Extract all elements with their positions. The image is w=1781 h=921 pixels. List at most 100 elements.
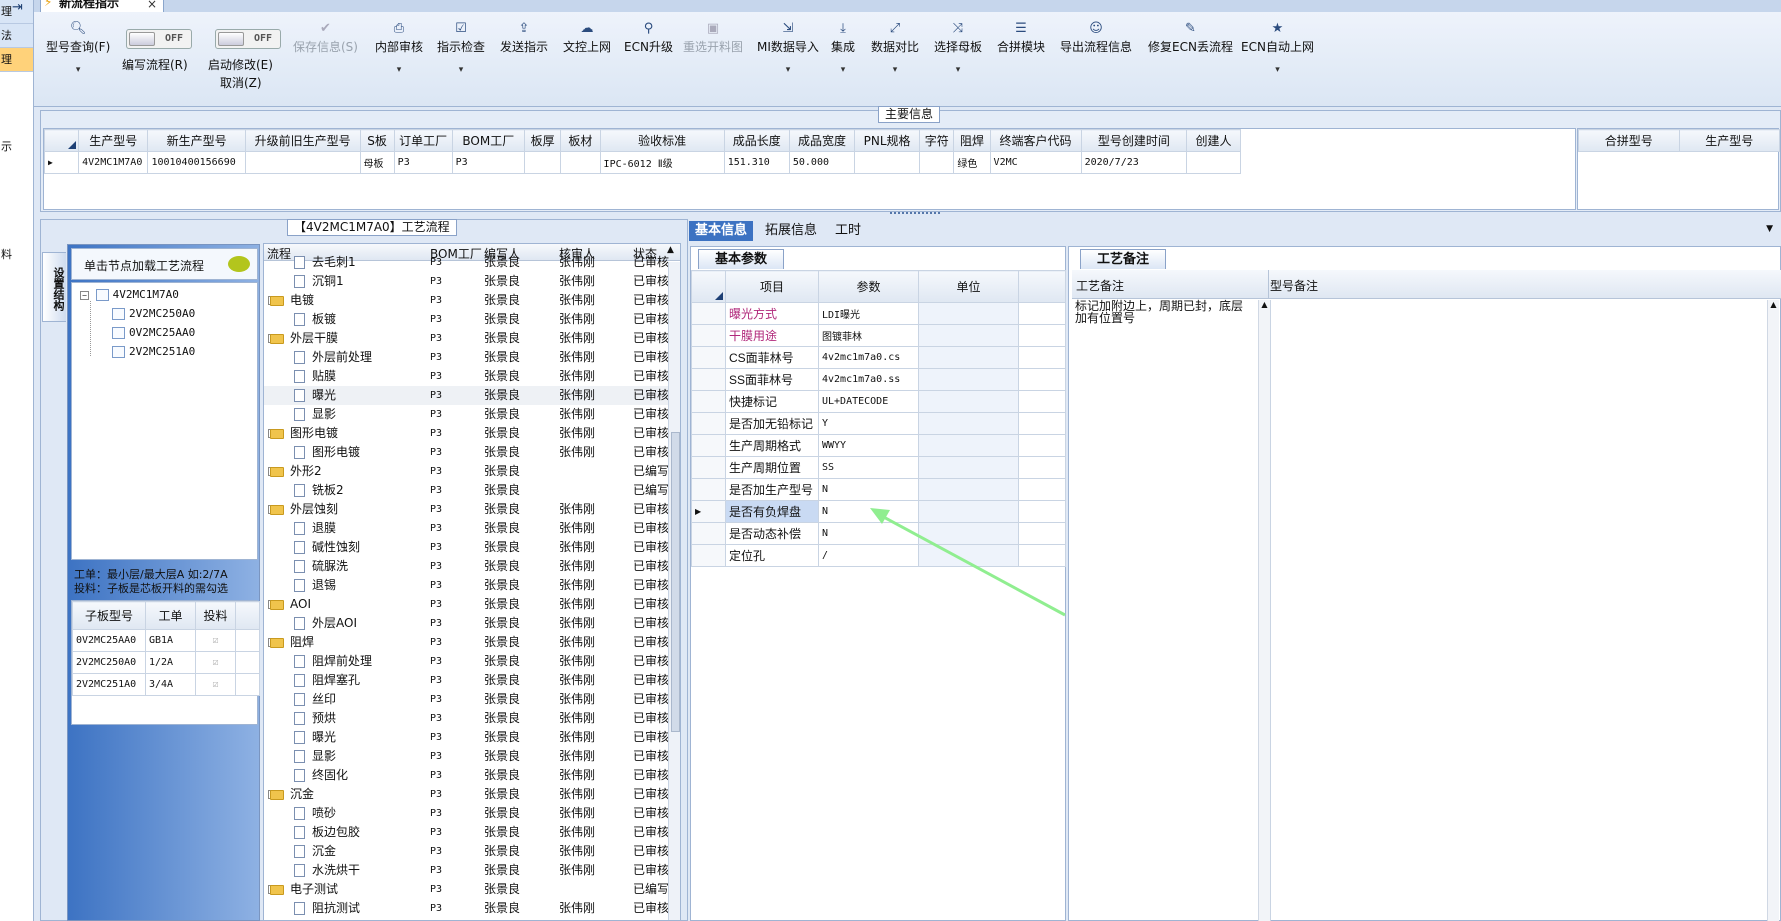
param-row[interactable]: 曝光方式 LDI曝光 <box>691 302 1066 325</box>
param-name[interactable]: 是否动态补偿 <box>725 522 819 545</box>
subboard-header[interactable]: 子板型号 <box>72 601 146 630</box>
param-value[interactable]: UL+DATECODE <box>818 390 919 413</box>
main-col-header[interactable]: 板厚 <box>524 129 562 152</box>
chevron-down-icon[interactable]: ▾ <box>757 65 819 75</box>
main-cell[interactable]: IPC-6012 Ⅱ级 <box>599 151 725 174</box>
param-row[interactable]: 是否加无铅标记 Y <box>691 412 1066 435</box>
param-name[interactable]: 干膜用途 <box>725 324 819 347</box>
internal-review-button[interactable]: ⎙ 内部审核 ▾ <box>375 20 423 75</box>
param-value[interactable]: 4v2mc1m7a0.cs <box>818 346 919 369</box>
instruction-check-button[interactable]: ☑ 指示检查 ▾ <box>437 20 485 75</box>
structure-vertical-tab[interactable]: 设置结构 <box>42 252 66 322</box>
param-value[interactable]: 图镀菲林 <box>818 324 919 347</box>
main-col-header[interactable]: 字符 <box>919 129 955 152</box>
process-row[interactable]: 退膜 P3 张景良 张伟刚 已审核 <box>264 519 680 538</box>
param-name[interactable]: 生产周期位置 <box>725 456 819 479</box>
main-col-header[interactable]: PNL规格 <box>854 129 921 152</box>
process-row[interactable]: 显影 P3 张景良 张伟刚 已审核 <box>264 747 680 766</box>
param-unit[interactable] <box>918 346 1019 369</box>
select-master-button[interactable]: ⤨ 选择母板 ▾ <box>934 20 982 75</box>
process-row[interactable]: −阻焊P3张景良张伟刚已审核 <box>264 633 680 652</box>
scrollbar[interactable] <box>668 262 680 920</box>
process-row[interactable]: 板镀 P3 张景良 张伟刚 已审核 <box>264 310 680 329</box>
col-unit[interactable]: 单位 <box>918 270 1019 303</box>
row-indicator[interactable]: ▶ <box>43 151 80 174</box>
nav-item-3[interactable]: 理 <box>0 48 33 72</box>
tab-new-flow[interactable]: ⚡ 新流程指示 × <box>40 0 164 12</box>
nav-item-2[interactable]: 法 <box>0 24 33 48</box>
process-row[interactable]: 沉铜1 P3 张景良 张伟刚 已审核 <box>264 272 680 291</box>
main-col-header[interactable]: 订单工厂 <box>393 129 453 152</box>
row-indicator[interactable] <box>691 390 726 413</box>
main-cell[interactable]: P3 <box>451 151 526 174</box>
process-row[interactable]: 沉金 P3 张景良 张伟刚 已审核 <box>264 842 680 861</box>
process-row[interactable]: 板边包胶 P3 张景良 张伟刚 已审核 <box>264 823 680 842</box>
row-indicator[interactable] <box>691 434 726 457</box>
ecn-upgrade-button[interactable]: ⚲ ECN升级 <box>624 20 673 55</box>
main-cell[interactable]: 50.000 <box>788 151 856 174</box>
param-value[interactable]: 4v2mc1m7a0.ss <box>818 368 919 391</box>
merge-module-button[interactable]: ☰ 合拼模块 <box>997 20 1045 55</box>
main-cell[interactable]: 绿色 <box>953 151 991 174</box>
main-cell[interactable] <box>524 151 562 174</box>
process-row[interactable]: −外层蚀刻P3张景良张伟刚已审核 <box>264 500 680 519</box>
edit-toggle[interactable]: OFF <box>215 29 281 49</box>
param-row[interactable]: 干膜用途 图镀菲林 <box>691 324 1066 347</box>
col-param[interactable]: 参数 <box>818 270 919 303</box>
main-col-header[interactable]: 新生产型号 <box>147 129 246 152</box>
subboard-cell[interactable]: 2V2MC250A0 <box>72 651 146 674</box>
main-cell[interactable]: 4V2MC1M7A0 <box>78 151 149 174</box>
main-cell[interactable]: 10010400156690 <box>147 151 246 174</box>
close-icon[interactable]: × <box>147 0 157 12</box>
process-row[interactable]: 退锡 P3 张景良 张伟刚 已审核 <box>264 576 680 595</box>
tab-hours[interactable]: 工时 <box>829 221 867 241</box>
row-indicator[interactable] <box>691 456 726 479</box>
workorder-cell[interactable]: GB1A <box>145 629 196 652</box>
workorder-cell[interactable]: 1/2A <box>145 651 196 674</box>
subboard-cell[interactable]: 0V2MC25AA0 <box>72 629 146 652</box>
chevron-down-icon[interactable]: ▾ <box>437 65 485 75</box>
process-row[interactable]: 贴膜 P3 张景良 张伟刚 已审核 <box>264 367 680 386</box>
main-col-header[interactable]: 升级前旧生产型号 <box>244 129 361 152</box>
collapse-icon[interactable]: − <box>80 290 89 300</box>
row-indicator[interactable] <box>691 368 726 391</box>
tab-basic-info[interactable]: 基本信息 <box>689 221 754 241</box>
process-row[interactable]: 阻抗测试 P3 张景良 张伟刚 已审核 <box>264 899 680 918</box>
process-row[interactable]: −电子测试P3张景良已编写 <box>264 880 680 899</box>
process-row[interactable]: 外层前处理 P3 张景良 张伟刚 已审核 <box>264 348 680 367</box>
main-col-header[interactable]: S板 <box>359 129 395 152</box>
process-row[interactable]: −外层干膜P3张景良张伟刚已审核 <box>264 329 680 348</box>
main-cell[interactable] <box>1186 151 1241 174</box>
param-value[interactable]: N <box>818 478 919 501</box>
chevron-down-icon[interactable]: ▾ <box>46 65 110 75</box>
data-compare-button[interactable]: ⤢ 数据对比 ▾ <box>871 20 919 75</box>
remark-scrollbar[interactable]: ▲ <box>1258 300 1270 921</box>
param-row[interactable]: 是否加生产型号 N <box>691 478 1066 501</box>
chevron-down-icon[interactable]: ▾ <box>1241 65 1314 75</box>
param-name[interactable]: 定位孔 <box>725 544 819 567</box>
param-unit[interactable] <box>918 324 1019 347</box>
merge-model-header[interactable]: 合拼型号 <box>1578 129 1680 152</box>
process-row[interactable]: 外层AOI P3 张景良 张伟刚 已审核 <box>264 614 680 633</box>
doc-online-button[interactable]: ☁ 文控上网 <box>563 20 611 55</box>
param-unit[interactable] <box>918 434 1019 457</box>
param-value[interactable]: Y <box>818 412 919 435</box>
process-row[interactable]: −外形2P3张景良已编写 <box>264 462 680 481</box>
row-indicator[interactable] <box>691 478 726 501</box>
subboard-cell[interactable]: 2V2MC251A0 <box>72 673 146 696</box>
process-row[interactable]: 终固化 P3 张景良 张伟刚 已审核 <box>264 766 680 785</box>
workorder-header[interactable]: 工单 <box>145 601 196 630</box>
chevron-down-icon[interactable]: ▾ <box>934 65 982 75</box>
param-unit[interactable] <box>918 456 1019 479</box>
process-row[interactable]: 喷砂 P3 张景良 张伟刚 已审核 <box>264 804 680 823</box>
chevron-down-icon[interactable]: ▾ <box>831 65 855 75</box>
process-row[interactable]: 硫脲洗 P3 张景良 张伟刚 已审核 <box>264 557 680 576</box>
scroll-thumb[interactable] <box>671 432 680 732</box>
col-item[interactable]: 项目 <box>725 270 819 303</box>
tree-node[interactable]: 0V2MC25AA0 <box>112 323 195 342</box>
ecn-auto-online-button[interactable]: ★ ECN自动上网 ▾ <box>1241 20 1314 75</box>
workorder-cell[interactable]: 3/4A <box>145 673 196 696</box>
param-name[interactable]: 生产周期格式 <box>725 434 819 457</box>
main-col-header[interactable]: 成品长度 <box>723 129 790 152</box>
param-row[interactable]: CS面菲林号 4v2mc1m7a0.cs <box>691 346 1066 369</box>
